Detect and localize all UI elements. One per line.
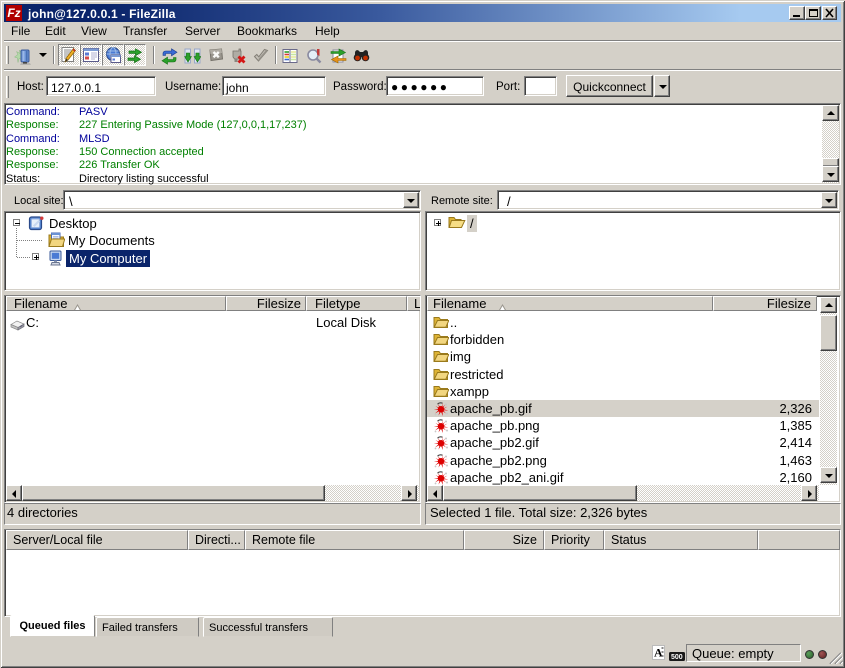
svg-text:500: 500 (671, 654, 683, 661)
